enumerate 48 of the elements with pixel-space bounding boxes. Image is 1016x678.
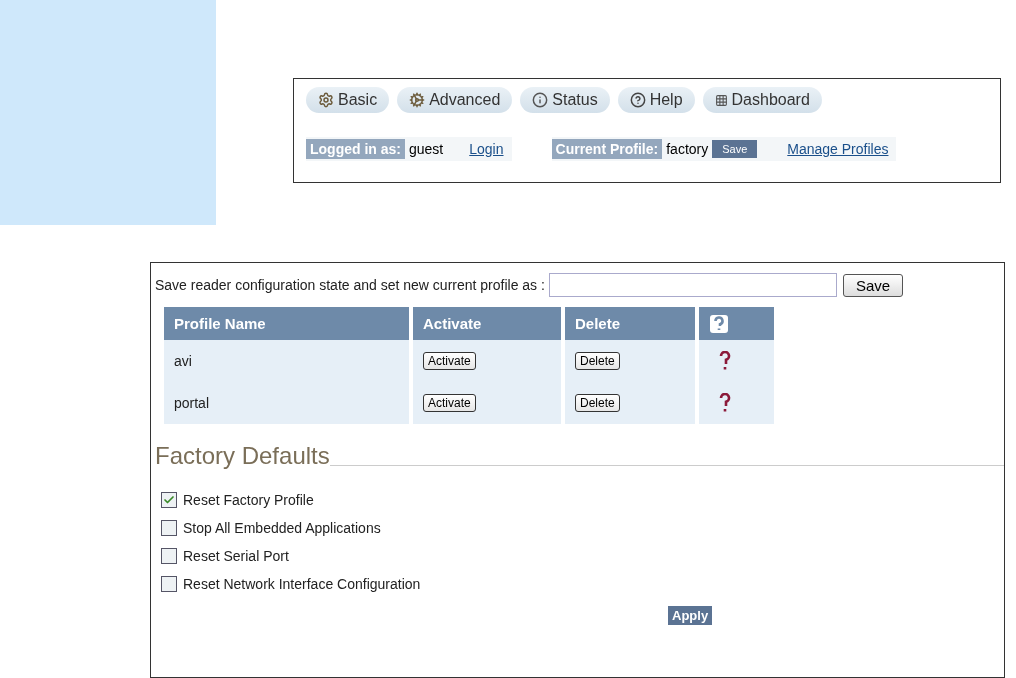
login-link[interactable]: Login <box>469 141 504 157</box>
checkbox-label: Stop All Embedded Applications <box>183 520 381 536</box>
activate-button[interactable]: Activate <box>423 394 476 412</box>
info-icon <box>532 92 549 108</box>
nav-tab[interactable]: Help <box>617 87 695 113</box>
checkbox-label: Reset Factory Profile <box>183 492 314 508</box>
gear-icon <box>318 92 334 108</box>
column-header: Profile Name <box>164 307 409 340</box>
section-title: Factory Defaults <box>155 442 330 470</box>
help-icon[interactable] <box>709 313 729 334</box>
help-icon <box>629 92 646 108</box>
tab-label: Help <box>649 91 683 109</box>
delete-button[interactable]: Delete <box>575 394 620 412</box>
column-header: Delete <box>565 307 695 340</box>
help-icon[interactable] <box>719 351 731 371</box>
checkbox[interactable] <box>161 548 177 564</box>
column-header: Activate <box>413 307 561 340</box>
check-icon <box>163 494 175 506</box>
nav-tab[interactable]: Status <box>520 87 610 113</box>
save-button[interactable]: Save <box>842 273 904 297</box>
apply-button[interactable]: Apply <box>668 606 713 625</box>
tab-label: Basic <box>338 91 378 109</box>
current-profile-label: Current Profile: <box>551 139 663 159</box>
cog-icon <box>409 92 426 108</box>
table-cell: avi <box>164 340 409 382</box>
activate-button[interactable]: Activate <box>423 352 476 370</box>
grid-icon <box>714 93 728 107</box>
logged-in-label: Logged in as: <box>306 139 405 159</box>
table-cell: portal <box>164 382 409 424</box>
help-icon[interactable] <box>719 393 731 413</box>
profile-name: factory <box>666 141 709 157</box>
nav-tab[interactable]: Basic <box>306 87 390 113</box>
nav-tab[interactable]: Dashboard <box>702 87 822 113</box>
checkbox[interactable] <box>161 492 177 508</box>
tab-label: Status <box>552 91 598 109</box>
checkbox[interactable] <box>161 520 177 536</box>
user-name: guest <box>409 141 444 157</box>
manage-profiles-link[interactable]: Manage Profiles <box>787 141 889 157</box>
checkbox-label: Reset Serial Port <box>183 548 289 564</box>
tab-label: Dashboard <box>731 91 810 109</box>
delete-button[interactable]: Delete <box>575 352 620 370</box>
checkbox-label: Reset Network Interface Configuration <box>183 576 421 592</box>
save-profile-label: Save reader configuration state and set new current profile as : <box>155 277 545 293</box>
profile-name-input[interactable] <box>548 273 837 297</box>
nav-tab[interactable]: Advanced <box>397 87 513 113</box>
tab-label: Advanced <box>429 91 501 109</box>
checkbox[interactable] <box>161 576 177 592</box>
save-button[interactable]: Save <box>712 140 758 158</box>
